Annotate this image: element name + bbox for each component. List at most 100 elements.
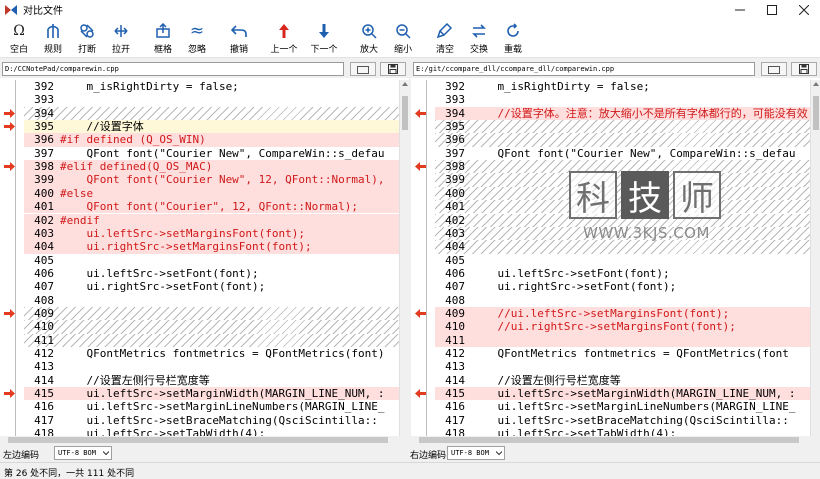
left-vertical-scrollbar[interactable] [399,80,409,442]
open-button[interactable]: 拉开 [104,19,138,58]
code-line[interactable]: 394 [24,106,399,121]
code-line[interactable]: 397 QFont font("Courier New", CompareWin… [24,147,399,160]
code-line[interactable]: 398 #elif defined(Q_OS_MAC) [24,160,399,174]
diff-arrow-right-icon[interactable] [4,387,16,400]
diff-arrow-left-icon[interactable] [415,307,427,320]
collapse-button[interactable]: 框格 [146,19,180,58]
scroll-thumb [402,96,408,130]
code-line[interactable]: 410 //ui.rightSrc->setMarginsFont(font); [435,320,810,334]
prev-button[interactable]: 上一个 [264,19,304,58]
left-code-view[interactable]: 392 m_isRightDirty = false; 393 394 395 //设… [0,80,409,442]
left-encoding-select[interactable]: UTF-8 BOM [54,446,112,460]
reload-button[interactable]: 重载 [496,19,530,58]
code-line[interactable]: 400 #else [24,186,399,201]
maximize-button[interactable] [756,0,788,19]
code-line[interactable]: 411 [435,333,810,347]
code-line[interactable]: 415 ui.leftSrc->setMarginWidth(MARGIN_LI… [435,387,810,401]
zoomout-button[interactable]: 缩小 [386,19,420,58]
code-line[interactable]: 417 ui.leftSrc->setBraceMatching(QsciSci… [435,414,810,427]
code-line[interactable]: 413 [435,360,810,373]
swap-button[interactable]: 交换 [462,19,496,58]
code-line[interactable]: 411 [24,333,399,347]
code-line[interactable]: 401 QFont font("Courier", 12, QFont::Nor… [24,200,399,214]
code-line[interactable]: 392 m_isRightDirty = false; [24,80,399,93]
code-line[interactable]: 407 ui.rightSrc->setFont(font); [435,280,810,293]
scroll-thumb [813,96,819,130]
code-line[interactable]: 417 ui.leftSrc->setBraceMatching(QsciSci… [24,414,399,427]
zoomin-button[interactable]: 放大 [352,19,386,58]
code-line[interactable]: 406 ui.leftSrc->setFont(font); [24,267,399,280]
rules-button[interactable]: 规则 [36,19,70,58]
diff-arrow-right-icon[interactable] [4,307,16,320]
code-line[interactable]: 399 [435,173,810,187]
code-line[interactable]: 414 //设置左侧行号栏宽度等 [435,374,810,387]
right-browse-button[interactable] [761,62,787,76]
code-line[interactable]: 409 [24,306,399,321]
right-path-input[interactable]: E:/git/ccompare_dll/ccompare_dll/compare… [413,62,755,76]
code-line[interactable]: 412 QFontMetrics fontmetrics = QFontMetr… [24,347,399,360]
code-line[interactable]: 394 //设置字体。注意：放大缩小不是所有字体都行的，可能没有效 [435,106,810,121]
close-button[interactable] [788,0,820,19]
diff-arrow-left-icon[interactable] [415,160,427,173]
code-line[interactable]: 409 //ui.leftSrc->setMarginsFont(font); [435,306,810,321]
code-line[interactable]: 403 ui.leftSrc->setMarginsFont(font); [24,226,399,241]
line-text: ui.leftSrc->setMarginLineNumbers(MARGIN_… [471,400,796,414]
right-encoding-label: 右边编码 [410,451,447,461]
diff-arrow-left-icon[interactable] [415,107,427,120]
code-line[interactable]: 400 [435,186,810,201]
right-encoding-select[interactable]: UTF-8 BOM [447,446,505,460]
code-line[interactable]: 395 //设置字体 [24,120,399,134]
code-line[interactable]: 415 ui.leftSrc->setMarginWidth(MARGIN_LI… [24,387,399,401]
code-line[interactable]: 413 [24,360,399,373]
code-line[interactable]: 412 QFontMetrics fontmetrics = QFontMetr… [435,347,810,360]
break-button[interactable]: 打断 [70,19,104,58]
right-vertical-scrollbar[interactable] [810,80,820,442]
code-line[interactable]: 405 [24,254,399,267]
code-line[interactable]: 403 [435,226,810,241]
diff-arrow-right-icon[interactable] [4,120,16,133]
code-line[interactable]: 404 [435,240,810,254]
code-line[interactable]: 408 [24,294,399,307]
next-button[interactable]: 下一个 [304,19,344,58]
code-line[interactable]: 407 ui.rightSrc->setFont(font); [24,280,399,293]
right-horizontal-scrollbar[interactable] [411,436,820,444]
right-save-button[interactable] [791,62,817,76]
blank-button[interactable]: Ω 空白 [2,19,36,58]
code-line[interactable]: 402 #endif [24,213,399,227]
code-line[interactable]: 405 [435,254,810,267]
left-browse-button[interactable] [350,62,376,76]
code-line[interactable]: 408 [435,294,810,307]
code-line[interactable]: 414 //设置左侧行号栏宽度等 [24,374,399,387]
code-line[interactable]: 393 [435,93,810,106]
code-line[interactable]: 401 [435,200,810,214]
diff-arrow-right-icon[interactable] [4,107,16,120]
left-path-input[interactable]: D:/CCNotePad/comparewin.cpp [2,62,344,76]
clear-button[interactable]: 清空 [428,19,462,58]
line-text: QFont font("Courier New", CompareWin::s_… [471,146,796,160]
code-line[interactable]: 402 [435,213,810,227]
code-line[interactable]: 416 ui.leftSrc->setMarginLineNumbers(MAR… [24,400,399,413]
line-text: ui.leftSrc->setBraceMatching(QsciScintil… [471,413,789,427]
left-save-button[interactable] [380,62,406,76]
code-line[interactable]: 395 [435,120,810,134]
code-line[interactable]: 392 m_isRightDirty = false; [435,80,810,93]
code-line[interactable]: 396 [435,133,810,147]
scroll-thumb[interactable] [8,437,388,443]
code-line[interactable]: 396 #if defined (Q_OS_WIN) [24,133,399,147]
code-line[interactable]: 397 QFont font("Courier New", CompareWin… [435,147,810,160]
code-line[interactable]: 410 [24,320,399,334]
diff-arrow-left-icon[interactable] [415,387,427,400]
code-line[interactable]: 404 ui.rightSrc->setMarginsFont(font); [24,240,399,254]
left-horizontal-scrollbar[interactable] [0,436,409,444]
code-line[interactable]: 398 [435,160,810,174]
code-line[interactable]: 399 QFont font("Courier New", 12, QFont:… [24,173,399,187]
undo-button[interactable]: 撤销 [222,19,256,58]
right-code-view[interactable]: 392 m_isRightDirty = false; 393 394 //设置字体… [411,80,820,442]
scroll-thumb[interactable] [419,437,799,443]
ignore-button[interactable]: ≈ 忽略 [180,19,214,58]
code-line[interactable]: 416 ui.leftSrc->setMarginLineNumbers(MAR… [435,400,810,413]
code-line[interactable]: 406 ui.leftSrc->setFont(font); [435,267,810,280]
diff-arrow-right-icon[interactable] [4,160,16,173]
code-line[interactable]: 393 [24,93,399,106]
minimize-button[interactable] [724,0,756,19]
